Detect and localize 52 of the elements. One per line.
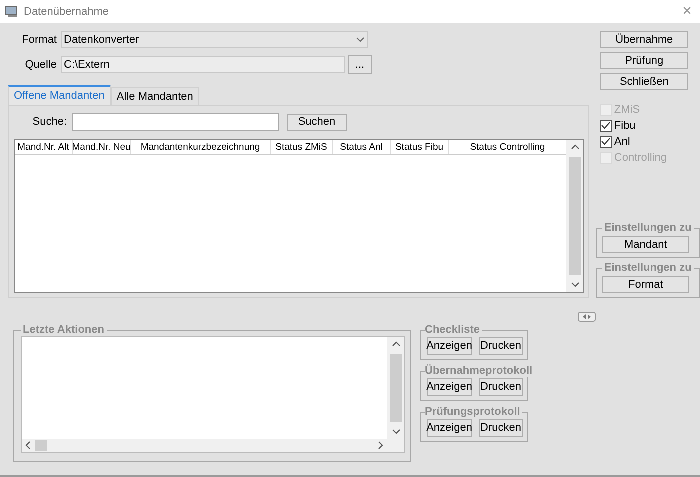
scroll-right-icon[interactable]: [376, 441, 385, 450]
scroll-down-icon[interactable]: [392, 427, 400, 436]
search-label: Suche:: [32, 116, 68, 128]
scroll-up-icon[interactable]: [570, 143, 580, 152]
module-checkbox[interactable]: Fibu: [600, 119, 692, 132]
column-header[interactable]: Status ZMiS: [271, 140, 333, 154]
window-icon: [5, 6, 19, 18]
scroll-left-icon[interactable]: [24, 441, 33, 450]
search-field[interactable]: [72, 113, 279, 131]
module-checkbox[interactable]: Anl: [600, 135, 692, 148]
tab[interactable]: Offene Mandanten: [8, 85, 111, 105]
column-header[interactable]: Mandantenkurzbezeichnung: [131, 140, 271, 154]
settings-button[interactable]: Mandant: [602, 236, 690, 253]
group-title: Letzte Aktionen: [22, 324, 106, 336]
scrollbar[interactable]: [566, 140, 584, 292]
scrollbar-thumb[interactable]: [390, 354, 402, 422]
format-label: Format: [21, 34, 58, 46]
scrollbar-thumb[interactable]: [569, 157, 582, 275]
column-header[interactable]: Status Fibu: [391, 140, 449, 154]
group-title: Übernahmeprotokoll: [425, 365, 534, 377]
group-title: Prüfungsprotokoll: [425, 406, 522, 418]
action-button[interactable]: Prüfung: [600, 52, 688, 69]
settings-button[interactable]: Format: [602, 276, 690, 293]
search-button[interactable]: Suchen: [287, 114, 347, 130]
source-field[interactable]: C:\Extern: [61, 56, 345, 73]
action-button[interactable]: Schließen: [600, 73, 688, 90]
report-button[interactable]: Anzeigen: [427, 337, 472, 355]
report-button[interactable]: Drucken: [479, 378, 523, 396]
column-header[interactable]: Mand.Nr. Alt: [15, 140, 73, 154]
column-header[interactable]: Status Controlling: [449, 140, 566, 154]
report-button[interactable]: Drucken: [479, 337, 523, 355]
dropdown-caret-icon: [356, 36, 365, 42]
tab[interactable]: Alle Mandanten: [110, 87, 200, 105]
report-button[interactable]: Anzeigen: [427, 419, 472, 437]
scrollbar-thumb[interactable]: [35, 440, 47, 451]
group-title: Einstellungen zu: [603, 262, 693, 274]
group-title: Checkliste: [425, 324, 482, 336]
browse-button[interactable]: ...: [348, 55, 372, 74]
window-title: Datenübernahme: [24, 6, 110, 18]
check-icon: [601, 121, 612, 130]
group-title: Einstellungen zu: [603, 222, 693, 234]
format-dropdown[interactable]: Datenkonverter: [61, 31, 368, 48]
check-icon: [601, 137, 612, 146]
action-button[interactable]: Übernahme: [600, 31, 688, 48]
scroll-up-icon[interactable]: [392, 340, 400, 349]
column-header[interactable]: Mand.Nr. Neu: [73, 140, 131, 154]
column-header[interactable]: Status Anl: [333, 140, 391, 154]
report-button[interactable]: Anzeigen: [427, 378, 472, 396]
scroll-down-icon[interactable]: [570, 280, 580, 289]
report-button[interactable]: Drucken: [479, 419, 523, 437]
source-label: Quelle: [24, 58, 58, 70]
splitter-icon[interactable]: [578, 312, 596, 322]
